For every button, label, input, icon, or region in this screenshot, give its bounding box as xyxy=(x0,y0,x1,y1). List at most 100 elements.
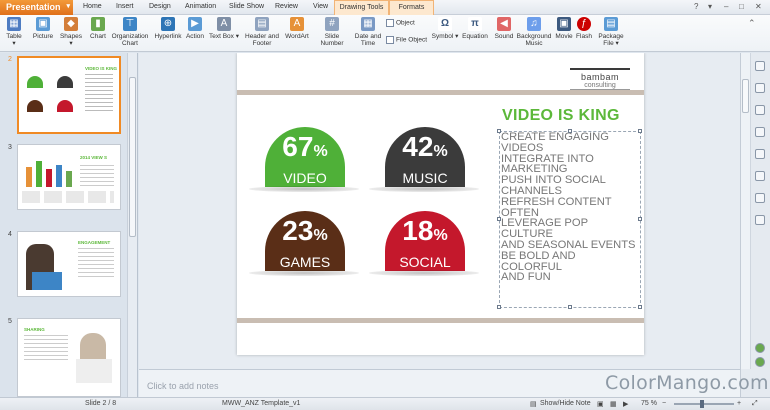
zoom-slider[interactable] xyxy=(674,403,734,405)
body-text-box[interactable]: CREATE ENGAGING VIDEOS INTEGRATE INTO MA… xyxy=(497,129,642,309)
app-menu-button[interactable]: Presentation ▾ xyxy=(0,0,73,15)
task-pane-icon[interactable] xyxy=(755,127,765,137)
slide-thumbnail-pane[interactable]: 2 VIDEO IS KING 3 2014 VIEW S 4 ENGAGEME… xyxy=(0,53,138,397)
shapes-button[interactable]: ◆ Shapes ▾ xyxy=(58,17,84,47)
chart-label: Chart xyxy=(90,33,106,40)
zoom-level[interactable]: 75 % xyxy=(641,400,657,407)
picture-icon: ▣ xyxy=(36,17,50,31)
equation-button[interactable]: π Equation xyxy=(461,17,489,40)
header-footer-button[interactable]: ▤ Header and Footer xyxy=(244,17,280,47)
menu-home[interactable]: Home xyxy=(83,3,102,10)
show-hide-note-button[interactable]: Show/Hide Note xyxy=(540,400,591,407)
zoom-in-icon[interactable] xyxy=(755,343,765,353)
stat-games[interactable]: 23% GAMES xyxy=(265,211,345,271)
date-time-button[interactable]: ▦ Date and Time xyxy=(354,17,382,47)
normal-view-icon[interactable]: ▣ xyxy=(597,400,604,408)
resize-handle[interactable] xyxy=(568,129,572,133)
resize-handle[interactable] xyxy=(638,217,642,221)
wordart-button[interactable]: A WordArt xyxy=(284,17,310,40)
slide-indicator: Slide 2 / 8 xyxy=(85,400,117,407)
stat-video-unit: % xyxy=(313,143,328,160)
package-file-button[interactable]: ▤ Package File ▾ xyxy=(597,17,625,47)
slide-scroll-thumb[interactable] xyxy=(742,79,749,113)
restore-ribbon-icon[interactable]: ▾ xyxy=(708,2,712,11)
chart-icon: ▮ xyxy=(91,17,105,31)
thumb-5-title: SHARING xyxy=(24,327,45,332)
zoom-out-minus-icon[interactable]: − xyxy=(662,400,666,407)
thumb-stat-games xyxy=(27,100,43,112)
thumbnail-scrollbar[interactable] xyxy=(127,53,137,397)
org-chart-button[interactable]: ⊤ Organization Chart xyxy=(110,17,150,47)
tab-drawing-tools[interactable]: Drawing Tools xyxy=(334,0,389,15)
slideshow-view-icon[interactable]: ▶ xyxy=(623,400,628,408)
slide-thumbnail-2[interactable]: VIDEO IS KING xyxy=(17,56,121,134)
task-pane-icon[interactable] xyxy=(755,193,765,203)
slide-title[interactable]: VIDEO IS KING xyxy=(502,107,620,125)
menu-view[interactable]: View xyxy=(313,3,328,10)
resize-handle[interactable] xyxy=(568,305,572,309)
resize-handle[interactable] xyxy=(497,129,501,133)
resize-handle[interactable] xyxy=(497,305,501,309)
zoom-slider-thumb[interactable] xyxy=(700,400,704,408)
task-pane-icon[interactable] xyxy=(755,149,765,159)
menu-design[interactable]: Design xyxy=(149,3,171,10)
maximize-icon[interactable]: □ xyxy=(739,2,744,11)
file-object-button[interactable]: File Object xyxy=(386,36,427,44)
object-button[interactable]: Object xyxy=(386,19,415,27)
slide-vertical-scrollbar[interactable] xyxy=(741,53,751,369)
menu-animation[interactable]: Animation xyxy=(185,3,216,10)
hyperlink-label: Hyperlink xyxy=(154,33,182,40)
slide-thumbnail-4[interactable]: ENGAGEMENT xyxy=(17,231,121,297)
menu-insert[interactable]: Insert xyxy=(116,3,134,10)
close-icon[interactable]: ✕ xyxy=(755,2,762,11)
text-box-button[interactable]: A Text Box ▾ xyxy=(209,17,239,40)
chart-button[interactable]: ▮ Chart xyxy=(88,17,108,40)
flash-button[interactable]: ƒ Flash xyxy=(574,17,594,40)
tab-formats[interactable]: Formats xyxy=(389,0,434,15)
calendar-icon: ▦ xyxy=(361,17,375,31)
slide-thumbnail-3[interactable]: 2014 VIEW S xyxy=(17,144,121,210)
task-pane-icon[interactable] xyxy=(755,61,765,71)
resize-handle[interactable] xyxy=(638,305,642,309)
background-music-button[interactable]: ♫ Background Music xyxy=(516,17,552,47)
sound-button[interactable]: ◀ Sound xyxy=(492,17,516,40)
shapes-label: Shapes xyxy=(59,33,83,40)
notes-icon[interactable]: ▤ xyxy=(530,400,537,408)
table-button[interactable]: ▦ Table ▾ xyxy=(4,17,24,47)
thumb-bar xyxy=(36,161,42,187)
task-pane-icon[interactable] xyxy=(755,215,765,225)
slide-thumbnail-5[interactable]: SHARING xyxy=(17,318,121,397)
zoom-in-plus-icon[interactable]: + xyxy=(737,400,741,407)
action-button[interactable]: ▶ Action xyxy=(183,17,207,40)
minimize-icon[interactable]: – xyxy=(724,2,728,11)
task-pane-icon[interactable] xyxy=(755,105,765,115)
stat-video[interactable]: 67% VIDEO xyxy=(265,127,345,187)
hyperlink-button[interactable]: ⊕ Hyperlink xyxy=(153,17,183,40)
fit-window-icon[interactable]: ⤢ xyxy=(752,400,758,408)
symbol-button[interactable]: Ω Symbol ▾ xyxy=(430,17,460,40)
slide-editing-area[interactable]: bambam consulting 67% VIDEO 42% MUSIC 23… xyxy=(139,53,740,369)
thumbnail-scroll-thumb[interactable] xyxy=(129,77,136,237)
resize-handle[interactable] xyxy=(497,217,501,221)
sorter-view-icon[interactable]: ▦ xyxy=(610,400,617,408)
movie-button[interactable]: ▣ Movie xyxy=(553,17,575,40)
picture-button[interactable]: ▣ Picture xyxy=(32,17,54,40)
ribbon-insert: ▦ Table ▾ ▣ Picture ◆ Shapes ▾ ▮ Chart ⊤… xyxy=(0,15,770,52)
stat-music[interactable]: 42% MUSIC xyxy=(385,127,465,187)
slide-canvas[interactable]: bambam consulting 67% VIDEO 42% MUSIC 23… xyxy=(237,53,644,355)
stat-social[interactable]: 18% SOCIAL xyxy=(385,211,465,271)
task-pane-icon[interactable] xyxy=(755,171,765,181)
menu-slide-show[interactable]: Slide Show xyxy=(229,3,264,10)
task-pane-icon[interactable] xyxy=(755,83,765,93)
slide-number-button[interactable]: # Slide Number xyxy=(313,17,351,47)
background-music-label-1: Background xyxy=(516,33,552,40)
stat-social-unit: % xyxy=(433,227,448,244)
thumb-bar xyxy=(56,165,62,187)
equation-label: Equation xyxy=(462,33,488,40)
menu-review[interactable]: Review xyxy=(275,3,298,10)
help-icon[interactable]: ? xyxy=(694,2,698,11)
tab-formats-label: Formats xyxy=(398,4,425,11)
ribbon-scroll-up-icon[interactable]: ⌃ xyxy=(748,18,756,29)
zoom-out-icon[interactable] xyxy=(755,357,765,367)
resize-handle[interactable] xyxy=(638,129,642,133)
